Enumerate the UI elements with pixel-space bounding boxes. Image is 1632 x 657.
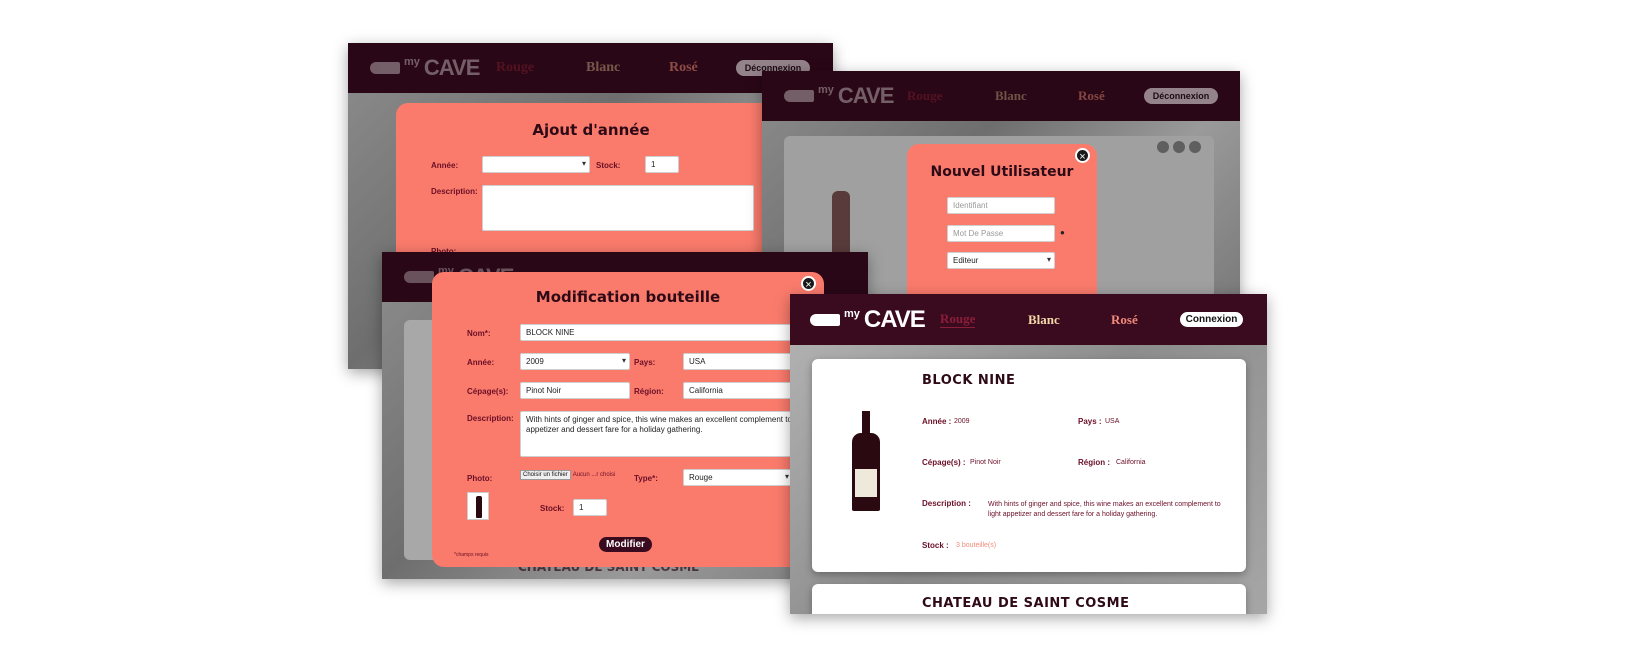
logo: my CAVE	[810, 306, 926, 334]
nav-blanc[interactable]: Blanc	[1028, 312, 1060, 328]
collage: my CAVE Rouge Blanc Rosé Déconnexion Ajo…	[0, 0, 1632, 657]
bottle-icon	[810, 313, 840, 326]
nav-rouge[interactable]: Rouge	[940, 311, 976, 328]
logo: my CAVE	[784, 83, 894, 109]
bottle-icon	[370, 62, 400, 74]
motdepasse-input[interactable]: Mot De Passe	[947, 225, 1055, 242]
wine-bottle-icon	[476, 496, 482, 518]
choose-file-button[interactable]: Choisir un fichier	[520, 470, 571, 480]
navbar: my CAVE Rouge Blanc Rosé Connexion	[790, 294, 1267, 345]
wine-name: BLOCK NINE	[922, 373, 1016, 388]
modal-title: Modification bouteille	[535, 288, 721, 306]
edit-icon[interactable]	[1173, 141, 1185, 153]
modal-title: Ajout d'année	[532, 121, 650, 139]
navbar: my CAVE Rouge Blanc Rosé Déconnexion	[762, 71, 1240, 121]
close-icon[interactable]: ×	[1075, 148, 1090, 163]
stock-input[interactable]: 1	[645, 156, 679, 173]
modal-title: Nouvel Utilisateur	[930, 164, 1074, 180]
connexion-button[interactable]: Connexion	[1180, 312, 1243, 327]
bg-bottle-icon	[832, 191, 850, 261]
edit-icons	[1157, 141, 1201, 153]
modification-modal: × Modification bouteille Nom*: BLOCK NIN…	[432, 272, 824, 567]
wine-bottle-image	[852, 411, 880, 511]
deconnexion-button[interactable]: Déconnexion	[1144, 88, 1218, 104]
delete-icon[interactable]	[1189, 141, 1201, 153]
annee-select[interactable]	[482, 156, 590, 173]
nom-input[interactable]: BLOCK NINE	[520, 324, 820, 341]
wine-card: BLOCK NINE Année : 2009 Pays : USA Cépag…	[812, 359, 1246, 572]
logo: my CAVE	[370, 55, 480, 81]
nav-blanc[interactable]: Blanc	[995, 88, 1027, 104]
nouvel-modal: × Nouvel Utilisateur Identifiant Mot De …	[907, 144, 1097, 300]
description-textarea[interactable]	[482, 185, 754, 231]
bottle-label	[855, 469, 877, 497]
nav-rouge[interactable]: Rouge	[907, 88, 942, 104]
file-picker[interactable]: Choisir un fichier Aucun ...r choisi	[520, 470, 615, 480]
identifiant-input[interactable]: Identifiant	[947, 197, 1055, 214]
bottle-icon	[404, 271, 434, 283]
screen-detail: my CAVE Rouge Blanc Rosé Connexion BLOCK…	[790, 294, 1267, 614]
nav-blanc[interactable]: Blanc	[586, 60, 620, 76]
navbar: my CAVE Rouge Blanc Rosé Déconnexion	[348, 43, 833, 93]
nav-rose[interactable]: Rosé	[1111, 312, 1138, 328]
bottle-icon	[784, 90, 814, 102]
description-textarea[interactable]: With hints of ginger and spice, this win…	[520, 411, 820, 457]
nav-rouge[interactable]: Rouge	[496, 60, 534, 76]
type-select[interactable]: Rouge	[683, 469, 793, 486]
nav-rose[interactable]: Rosé	[669, 60, 698, 76]
eye-icon[interactable]: ●	[1060, 228, 1065, 237]
required-note: *champs requis	[454, 552, 489, 558]
wine-name: CHATEAU DE SAINT COSME	[922, 596, 1130, 611]
close-icon[interactable]: ×	[801, 276, 816, 291]
stock-input[interactable]: 1	[573, 499, 607, 516]
wine-card: CHATEAU DE SAINT COSME	[812, 584, 1246, 614]
nav-rose[interactable]: Rosé	[1078, 88, 1105, 104]
remove-icon[interactable]	[1157, 141, 1169, 153]
modifier-button[interactable]: Modifier	[599, 537, 652, 552]
role-select[interactable]: Editeur	[947, 252, 1055, 269]
cepage-input[interactable]: Pinot Noir	[520, 382, 630, 399]
annee-select[interactable]: 2009	[520, 353, 630, 370]
photo-thumbnail	[467, 492, 489, 520]
